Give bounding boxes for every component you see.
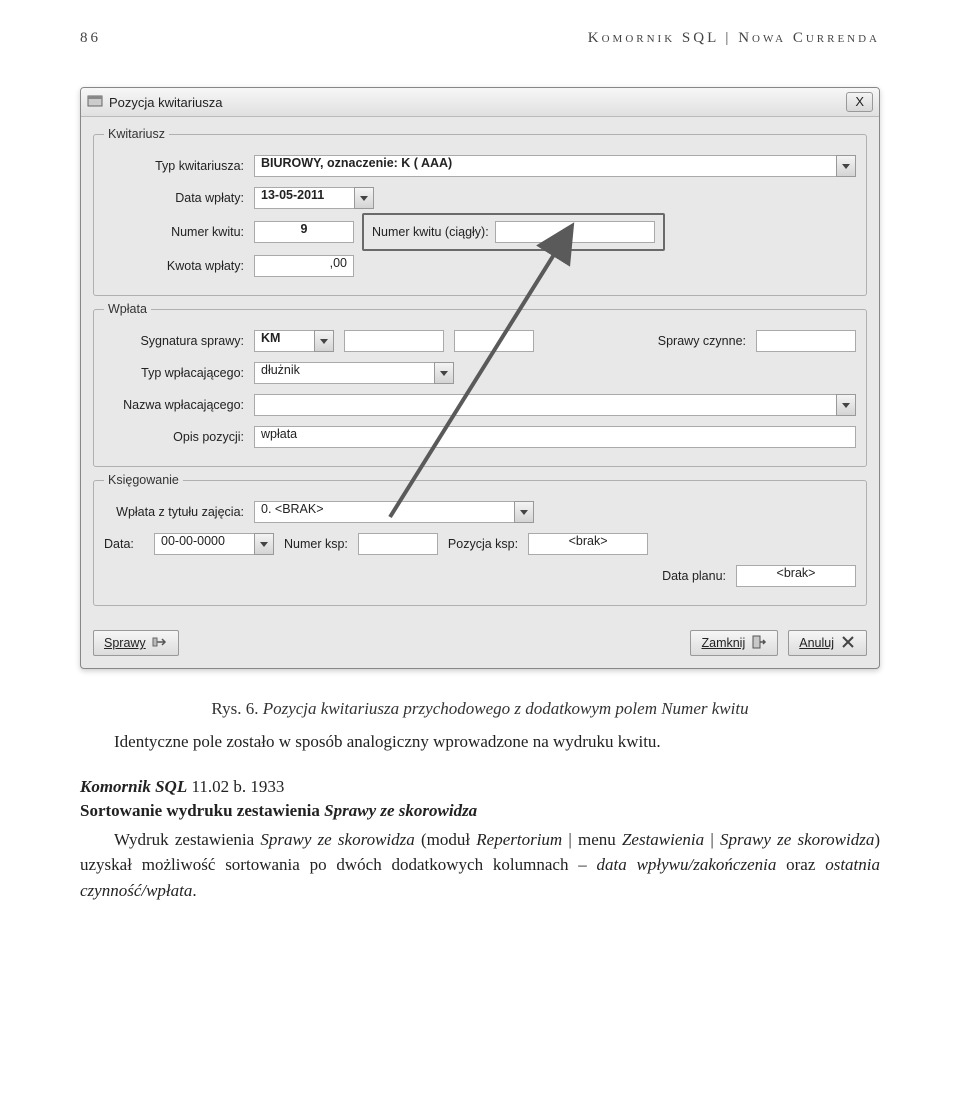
figure-caption: Rys. 6. Pozycja kwitariusza przychodoweg… <box>80 699 880 719</box>
page-number: 86 <box>80 30 101 47</box>
input-pozycja-ksp[interactable]: <brak> <box>528 533 648 555</box>
label-data-planu: Data planu: <box>662 569 726 583</box>
date-data-wplaty[interactable]: 13-05-2011 <box>254 187 374 209</box>
btn-label: Sprawy <box>104 636 146 650</box>
chevron-down-icon[interactable] <box>314 330 334 352</box>
value-sygnatura-typ: KM <box>254 330 314 352</box>
value-typ-wplacajacego: dłużnik <box>254 362 434 384</box>
label-wplata-zajecia: Wpłata z tytułu zajęcia: <box>104 505 244 519</box>
label-numer-ksp: Numer ksp: <box>284 537 348 551</box>
paragraph-1: Identyczne pole zostało w sposób analogi… <box>80 729 880 755</box>
label-numer-kwitu: Numer kwitu: <box>104 225 244 239</box>
value-nazwa-wplacajacego <box>254 394 836 416</box>
legend-wplata: Wpłata <box>104 302 151 316</box>
label-pozycja-ksp: Pozycja ksp: <box>448 537 518 551</box>
input-numer-kwitu-ciagly[interactable] <box>495 221 655 243</box>
zamknij-button[interactable]: Zamknij <box>690 630 778 656</box>
date-ksiegowanie[interactable]: 00-00-0000 <box>154 533 274 555</box>
anuluj-button[interactable]: Anuluj <box>788 630 867 656</box>
label-sygnatura: Sygnatura sprawy: <box>104 334 244 348</box>
dialog-footer: Sprawy Zamknij Anuluj <box>81 620 879 668</box>
label-typ-kwitariusza: Typ kwitariusza: <box>104 159 244 173</box>
label-numer-kwitu-ciagly: Numer kwitu (ciągły): <box>372 225 489 239</box>
group-kwitariusz: Kwitariusz Typ kwitariusza: BIUROWY, ozn… <box>93 127 867 296</box>
input-numer-ksp[interactable] <box>358 533 438 555</box>
input-sygnatura-numer[interactable] <box>344 330 444 352</box>
input-sprawy-czynne[interactable] <box>756 330 856 352</box>
input-sygnatura-rok[interactable] <box>454 330 534 352</box>
value-wplata-zajecia: 0. <BRAK> <box>254 501 514 523</box>
legend-kwitariusz: Kwitariusz <box>104 127 169 141</box>
legend-ksiegowanie: Księgowanie <box>104 473 183 487</box>
chevron-down-icon[interactable] <box>354 187 374 209</box>
chevron-down-icon[interactable] <box>514 501 534 523</box>
value-data: 00-00-0000 <box>154 533 254 555</box>
chevron-down-icon[interactable] <box>434 362 454 384</box>
dialog-window: Pozycja kwitariusza X Kwitariusz Typ kwi… <box>80 87 880 669</box>
value-typ-kwitariusza: BIUROWY, oznaczenie: K ( AAA) <box>254 155 836 177</box>
input-opis-pozycji[interactable]: wpłata <box>254 426 856 448</box>
section-heading: Komornik SQL 11.02 b. 1933 <box>80 777 880 797</box>
group-wplata: Wpłata Sygnatura sprawy: KM Sprawy czynn… <box>93 302 867 467</box>
select-wplata-zajecia[interactable]: 0. <BRAK> <box>254 501 534 523</box>
select-nazwa-wplacajacego[interactable] <box>254 394 856 416</box>
section-subheading: Sortowanie wydruku zestawienia Sprawy ze… <box>80 801 880 821</box>
running-title: Komornik SQL | Nowa Currenda <box>588 30 880 47</box>
label-nazwa-wplacajacego: Nazwa wpłacającego: <box>104 398 244 412</box>
select-sygnatura-typ[interactable]: KM <box>254 330 334 352</box>
label-data-wplaty: Data wpłaty: <box>104 191 244 205</box>
select-typ-kwitariusza[interactable]: BIUROWY, oznaczenie: K ( AAA) <box>254 155 856 177</box>
input-data-planu[interactable]: <brak> <box>736 565 856 587</box>
chevron-down-icon[interactable] <box>836 155 856 177</box>
select-typ-wplacajacego[interactable]: dłużnik <box>254 362 454 384</box>
door-exit-icon <box>751 634 767 653</box>
btn-label: Zamknij <box>701 636 745 650</box>
input-numer-kwitu[interactable]: 9 <box>254 221 354 243</box>
hand-pointer-icon <box>152 634 168 653</box>
chevron-down-icon[interactable] <box>836 394 856 416</box>
cancel-x-icon <box>840 634 856 653</box>
label-kwota-wplaty: Kwota wpłaty: <box>104 259 244 273</box>
close-button[interactable]: X <box>846 92 873 112</box>
paragraph-2: Wydruk zestawienia Sprawy ze skorowidza … <box>80 827 880 904</box>
group-ksiegowanie: Księgowanie Wpłata z tytułu zajęcia: 0. … <box>93 473 867 606</box>
label-sprawy-czynne: Sprawy czynne: <box>658 334 746 348</box>
page-header: 86 Komornik SQL | Nowa Currenda <box>80 30 880 47</box>
btn-label: Anuluj <box>799 636 834 650</box>
app-icon <box>87 93 103 112</box>
chevron-down-icon[interactable] <box>254 533 274 555</box>
value-data-wplaty: 13-05-2011 <box>254 187 354 209</box>
input-kwota-wplaty[interactable]: ,00 <box>254 255 354 277</box>
sprawy-button[interactable]: Sprawy <box>93 630 179 656</box>
dialog-title: Pozycja kwitariusza <box>109 95 222 110</box>
label-opis-pozycji: Opis pozycji: <box>104 430 244 444</box>
label-typ-wplacajacego: Typ wpłacającego: <box>104 366 244 380</box>
label-data: Data: <box>104 537 144 551</box>
screenshot: Pozycja kwitariusza X Kwitariusz Typ kwi… <box>80 87 880 669</box>
titlebar: Pozycja kwitariusza X <box>81 88 879 117</box>
